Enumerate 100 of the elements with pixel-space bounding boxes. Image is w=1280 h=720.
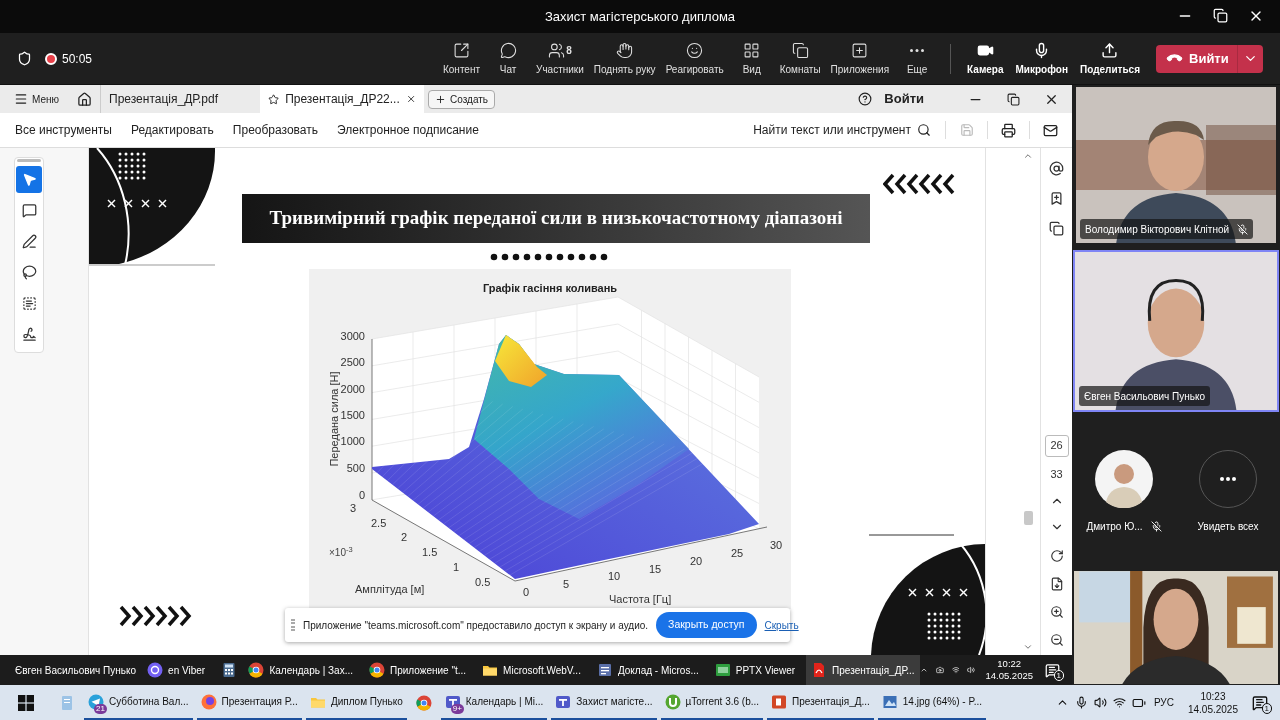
avatar[interactable] [1095,450,1153,508]
bookmark-icon[interactable] [1049,191,1064,206]
app-icon [59,694,75,711]
camera-tray-icon[interactable] [935,664,944,676]
badge: 21 [94,704,107,714]
star-icon[interactable] [268,92,280,106]
close-tab-icon[interactable] [405,93,417,105]
sign-in-button[interactable]: Войти [884,89,924,109]
taskbar-button[interactable]: PPTX Viewer [709,655,801,685]
toolbar-button[interactable]: Поднять руку [588,40,661,77]
name-label: Володимир Вікторович Клітной [1080,219,1254,239]
menu-item[interactable]: Преобразовать [232,121,318,139]
document-tab[interactable]: Презентація_ДР.pdf [100,85,257,113]
volume-icon[interactable] [1093,696,1107,709]
menu-item[interactable]: Электронное подписание [337,121,479,139]
device-button[interactable]: Поделиться [1074,40,1146,77]
scrollbar-thumb[interactable] [1023,511,1033,525]
toolbar-button[interactable]: 8 Участники [531,40,589,77]
home-icon[interactable] [77,91,93,107]
scroll-down-icon[interactable] [1023,642,1033,652]
tick-label: 1500 [340,410,365,421]
app-icon [444,693,461,710]
taskbar-button[interactable]: Приложение "t... [364,655,472,685]
axis-label: Амплітуда [м] [355,582,425,597]
taskbar-button[interactable]: Календарь | Зах... [243,655,358,685]
clock[interactable]: 10:23 14.05.2025 [1187,689,1238,716]
app-icon [555,693,572,710]
axis-label: Частота [Гц] [609,592,672,607]
grid-icon [743,41,761,59]
taskbar-button[interactable]: Доклад - Micros... [591,655,704,685]
taskbar-button[interactable]: 14.jpg (64%) - P... [877,685,987,720]
page-count: 33 [1050,466,1063,482]
taskbar-button[interactable]: 9+ Календарь | Mi... [440,685,548,720]
device-button[interactable]: Камера [961,40,1010,77]
page-number-field[interactable]: 26 [1044,434,1069,457]
app-icon [369,662,385,678]
taskbar-button[interactable]: Microsoft.WebV... [477,655,586,685]
restore-icon[interactable] [1007,92,1020,106]
create-button[interactable]: Создать [428,89,496,109]
taskbar-button[interactable]: Презентація_ДР... [806,655,920,685]
toolbar-button[interactable]: Вид [728,40,775,77]
tick-label: 2000 [340,384,365,395]
scroll-up-icon[interactable] [1023,151,1033,161]
zoom-out-icon[interactable] [1049,633,1064,647]
wifi-icon[interactable] [951,664,960,676]
volume-icon[interactable] [967,664,976,676]
window-title: Захист магістерського диплома [544,7,736,26]
pointer-icon [21,172,37,187]
taskbar-button[interactable]: µTorrent 3.6 (b... [660,685,764,720]
printer-icon[interactable] [1001,122,1016,138]
toolbar-button[interactable]: Комнаты [774,40,826,77]
app-icon [881,693,898,710]
tick-label: 5 [563,579,570,590]
file-icon[interactable] [1049,577,1064,591]
toolbar-button[interactable]: Чат [485,40,532,77]
taskbar-button[interactable]: en Viber [142,655,211,685]
zoom-in-icon[interactable] [1049,605,1064,619]
device-button[interactable]: Микрофон [1009,40,1074,77]
language-indicator[interactable]: РУС [1153,695,1174,710]
plus-icon [435,93,447,105]
toolbar-button[interactable]: Приложения [825,40,895,77]
taskbar-button[interactable]: Презентація_Д... [767,685,874,720]
taskbar-button[interactable]: Презентация Р... [196,685,302,720]
tick-label: 500 [346,463,365,474]
microphone-icon[interactable] [1074,696,1088,709]
hide-link[interactable]: Скрыть [764,617,799,633]
document-tab[interactable]: Презентація_ДР22... [260,85,425,113]
mail-icon[interactable] [1043,122,1058,138]
lasso-icon [21,265,37,280]
axis-label: Передана сила [Н] [326,371,341,467]
toolbar-button[interactable]: Реагировать [660,40,729,77]
clock[interactable]: 10:22 14.05.2025 [985,658,1033,682]
tick-label: 3000 [340,331,365,342]
stop-sharing-button[interactable]: Закрыть доступ [656,612,757,638]
toolbar-button[interactable]: Контент [438,40,486,77]
toolbar-button[interactable]: Еще [894,40,941,77]
windows-logo-icon[interactable] [18,694,34,711]
see-all-label: Увидеть всех [1197,520,1259,534]
taskbar-button[interactable]: Захист магісте... [551,685,657,720]
search-tools-button[interactable]: Найти текст или инструмент [753,121,931,139]
plus-icon [851,41,869,59]
tick-label: 0 [358,490,365,501]
leave-button[interactable]: Вийти [1156,44,1263,73]
menu-button[interactable]: Меню [14,91,60,107]
rotate-icon[interactable] [1049,549,1064,563]
restore-icon[interactable] [1213,8,1228,23]
help-icon[interactable] [858,92,873,106]
more-icon [910,48,925,52]
wifi-icon[interactable] [1112,696,1126,709]
comment-icon [21,203,37,218]
app-icon [415,694,432,711]
app-icon [596,662,613,678]
pages-icon[interactable] [1049,221,1064,236]
name-label: Євген Васильович Пунько [1079,386,1211,406]
taskbar-button[interactable]: 21 Субботина Вал... [84,685,193,720]
menu-item[interactable]: Редактировать [130,121,214,139]
menu-item[interactable]: Все инструменты [15,121,112,139]
upload-icon [1101,41,1119,59]
taskbar-button[interactable]: Диплом Пунько [305,685,407,720]
people-icon [548,41,566,59]
